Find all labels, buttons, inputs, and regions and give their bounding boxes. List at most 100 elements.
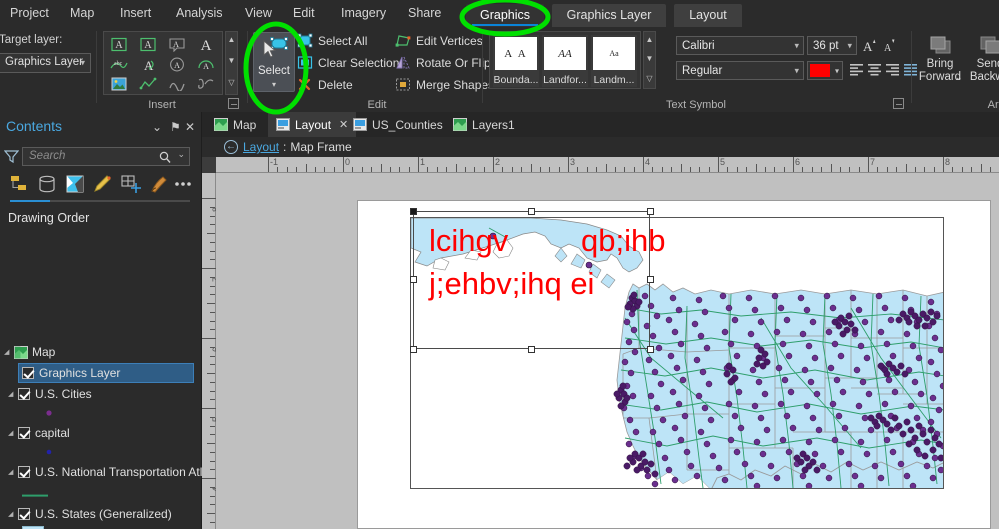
edit-vertices-command[interactable]: Edit Vertices bbox=[395, 31, 483, 50]
selection-handle-middle-right[interactable] bbox=[647, 276, 654, 283]
layer-visibility-checkbox[interactable] bbox=[18, 427, 30, 439]
view-tab-layout[interactable]: Layout ✕ bbox=[268, 112, 357, 137]
more-options-icon[interactable] bbox=[172, 174, 196, 196]
select-all-command[interactable]: Select All bbox=[297, 31, 367, 50]
font-color-picker[interactable]: ▾ bbox=[807, 61, 843, 80]
clear-selection-command[interactable]: Clear Selection bbox=[297, 53, 399, 72]
view-tab-map[interactable]: Map bbox=[206, 112, 264, 137]
bring-forward-button[interactable]: Bring Forward ⌄ bbox=[917, 33, 963, 87]
send-backward-button[interactable]: Send Backwa bbox=[967, 33, 999, 87]
target-layer-combo[interactable]: Graphics Layer ▾ bbox=[0, 53, 91, 73]
tree-item-graphics-layer[interactable]: Graphics Layer bbox=[18, 363, 194, 383]
list-by-drawing-order-icon[interactable] bbox=[8, 174, 32, 196]
expander-icon[interactable]: ◢ bbox=[8, 390, 18, 398]
selection-handle-bottom-left[interactable] bbox=[410, 346, 417, 353]
text-symbol-item-landmark[interactable]: Aa Landm... bbox=[591, 35, 637, 87]
selection-handle-top-left[interactable] bbox=[410, 208, 417, 215]
text-symbol-gallery-scroll[interactable]: ▲ ▼ ▽ bbox=[643, 31, 656, 89]
text-symbol-item-boundary[interactable]: A A Bounda... bbox=[493, 35, 539, 87]
menu-item-share[interactable]: Share bbox=[400, 0, 449, 27]
text-symbol-gallery[interactable]: A A Bounda... AA Landfor... Aa Landm... bbox=[489, 31, 641, 89]
text-rect-2-icon[interactable]: A bbox=[137, 34, 159, 54]
expander-icon[interactable]: ◢ bbox=[4, 348, 14, 356]
freehand-icon[interactable] bbox=[195, 74, 217, 94]
align-right-icon[interactable] bbox=[885, 63, 900, 77]
align-center-icon[interactable] bbox=[867, 63, 882, 77]
layout-page[interactable]: lcihgv qb;ihb j;ehbv;ihq ei bbox=[357, 200, 991, 529]
select-button[interactable]: Select ▾ bbox=[253, 32, 295, 92]
pane-menu-icon[interactable]: ⌄ bbox=[152, 120, 162, 134]
layer-visibility-checkbox[interactable] bbox=[18, 508, 30, 520]
graphic-text-2[interactable]: qb;ihb bbox=[581, 225, 665, 256]
font-style-combo[interactable]: Regular ▾ bbox=[676, 61, 804, 80]
gallery-expand-icon[interactable]: ▽ bbox=[226, 76, 237, 90]
pane-close-icon[interactable]: ✕ bbox=[185, 120, 195, 134]
search-chevron-down-icon[interactable]: ⌄ bbox=[177, 149, 185, 160]
gallery-scroll-up-icon[interactable]: ▲ bbox=[644, 33, 655, 47]
text-symbol-dialog-launcher[interactable] bbox=[893, 98, 904, 109]
text-circle-icon[interactable]: A bbox=[166, 54, 188, 74]
menu-item-imagery[interactable]: Imagery bbox=[333, 0, 394, 27]
menu-item-analysis[interactable]: Analysis bbox=[168, 0, 231, 27]
view-tab-us-counties[interactable]: US_Counties bbox=[345, 112, 451, 137]
layer-visibility-checkbox[interactable] bbox=[22, 367, 34, 379]
font-color-swatch[interactable] bbox=[810, 64, 830, 77]
search-input[interactable]: Search ⌄ bbox=[22, 147, 190, 166]
text-symbol-item-landform[interactable]: AA Landfor... bbox=[542, 35, 588, 87]
gallery-scroll-down-icon[interactable]: ▼ bbox=[644, 52, 655, 66]
align-left-icon[interactable] bbox=[849, 63, 864, 77]
menu-item-project[interactable]: Project bbox=[2, 0, 57, 27]
selection-handle-bottom-center[interactable] bbox=[528, 346, 535, 353]
polyline-icon[interactable] bbox=[137, 74, 159, 94]
horizontal-ruler[interactable]: -1 0 1 2 3 4 5 6 7 8 bbox=[216, 157, 999, 173]
tree-item-map[interactable]: ◢ Map bbox=[4, 342, 194, 362]
font-family-combo[interactable]: Calibri ▾ bbox=[676, 36, 804, 55]
list-by-selection-icon[interactable] bbox=[64, 174, 88, 196]
selection-handle-bottom-right[interactable] bbox=[647, 346, 654, 353]
text-curved-icon[interactable]: abc bbox=[108, 54, 130, 74]
text-plain-icon[interactable]: A bbox=[195, 34, 217, 54]
selection-handle-top-center[interactable] bbox=[528, 208, 535, 215]
menu-item-insert[interactable]: Insert bbox=[112, 0, 159, 27]
chevron-down-icon[interactable]: ▾ bbox=[835, 66, 839, 75]
menu-item-view[interactable]: View bbox=[237, 0, 280, 27]
graphic-text-3[interactable]: j;ehbv;ihq ei bbox=[429, 268, 594, 299]
tree-item-us-states[interactable]: ◢ U.S. States (Generalized) bbox=[8, 504, 194, 524]
tab-layout[interactable]: Layout bbox=[674, 4, 742, 27]
graphic-text-1[interactable]: lcihgv bbox=[429, 225, 508, 256]
selection-handle-top-right[interactable] bbox=[647, 208, 654, 215]
tab-graphics[interactable]: Graphics bbox=[466, 4, 544, 27]
list-by-labeling-icon[interactable] bbox=[148, 174, 172, 196]
list-by-data-source-icon[interactable] bbox=[36, 174, 60, 196]
expander-icon[interactable]: ◢ bbox=[8, 429, 18, 437]
search-icon[interactable] bbox=[159, 151, 171, 167]
insert-gallery-scroll[interactable]: ▲ ▼ ▽ bbox=[225, 31, 238, 95]
menu-item-edit[interactable]: Edit bbox=[285, 0, 323, 27]
breadcrumb-link-layout[interactable]: Layout bbox=[243, 140, 279, 154]
select-dropdown-icon[interactable]: ▾ bbox=[254, 80, 294, 89]
vertical-ruler[interactable]: 87654 bbox=[202, 173, 221, 529]
layer-visibility-checkbox[interactable] bbox=[18, 388, 30, 400]
expander-icon[interactable]: ◢ bbox=[8, 468, 18, 476]
insert-dialog-launcher[interactable] bbox=[228, 98, 239, 109]
layout-canvas[interactable]: lcihgv qb;ihb j;ehbv;ihq ei bbox=[216, 173, 999, 529]
decrease-font-size-icon[interactable]: A bbox=[882, 37, 897, 56]
back-icon[interactable]: ← bbox=[224, 140, 238, 154]
gallery-scroll-up-icon[interactable]: ▲ bbox=[226, 33, 237, 47]
filter-icon[interactable] bbox=[3, 149, 20, 164]
text-callout-icon[interactable]: A bbox=[166, 34, 188, 54]
text-rect-icon[interactable]: A bbox=[108, 34, 130, 54]
delete-command[interactable]: Delete bbox=[297, 75, 353, 94]
curve-icon[interactable] bbox=[166, 74, 188, 94]
insert-gallery[interactable]: A A A A abc A A A bbox=[103, 31, 223, 95]
layer-visibility-checkbox[interactable] bbox=[18, 466, 30, 478]
list-by-editing-icon[interactable] bbox=[92, 174, 116, 196]
gallery-scroll-down-icon[interactable]: ▼ bbox=[226, 54, 237, 68]
increase-font-size-icon[interactable]: A bbox=[862, 37, 877, 56]
font-size-combo[interactable]: 36 pt ▾ bbox=[807, 36, 857, 55]
list-by-snapping-icon[interactable] bbox=[120, 174, 144, 196]
picture-icon[interactable] bbox=[108, 74, 130, 94]
menu-item-map[interactable]: Map bbox=[62, 0, 102, 27]
pane-pin-icon[interactable]: ⚑ bbox=[170, 120, 181, 134]
selection-handle-middle-left[interactable] bbox=[410, 276, 417, 283]
